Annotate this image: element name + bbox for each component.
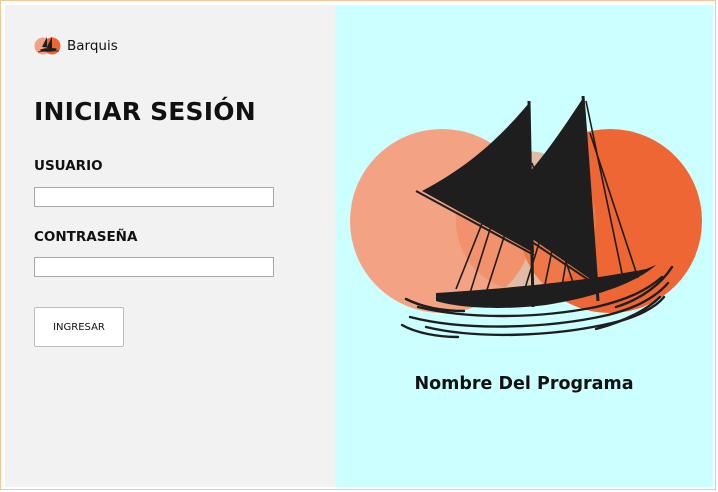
username-input[interactable]	[34, 187, 274, 207]
window-content: Barquis INICIAR SESIÓN USUARIO CONTRASEÑ…	[5, 5, 713, 487]
password-label: CONTRASEÑA	[34, 229, 138, 245]
login-button[interactable]: INGRESAR	[34, 307, 124, 347]
login-panel: Barquis INICIAR SESIÓN USUARIO CONTRASEÑ…	[5, 5, 335, 487]
username-label: USUARIO	[34, 158, 103, 174]
sailboat-logo-icon	[34, 36, 61, 55]
password-input[interactable]	[34, 257, 274, 277]
brand-name: Barquis	[67, 38, 118, 54]
app-name-title: Nombre Del Programa	[414, 374, 634, 394]
sailboat-sunset-illustration	[350, 95, 702, 339]
page-title: INICIAR SESIÓN	[34, 97, 256, 126]
app-window: Barquis INICIAR SESIÓN USUARIO CONTRASEÑ…	[0, 0, 716, 490]
hero-panel: Nombre Del Programa	[335, 5, 713, 487]
brand: Barquis	[34, 36, 118, 56]
